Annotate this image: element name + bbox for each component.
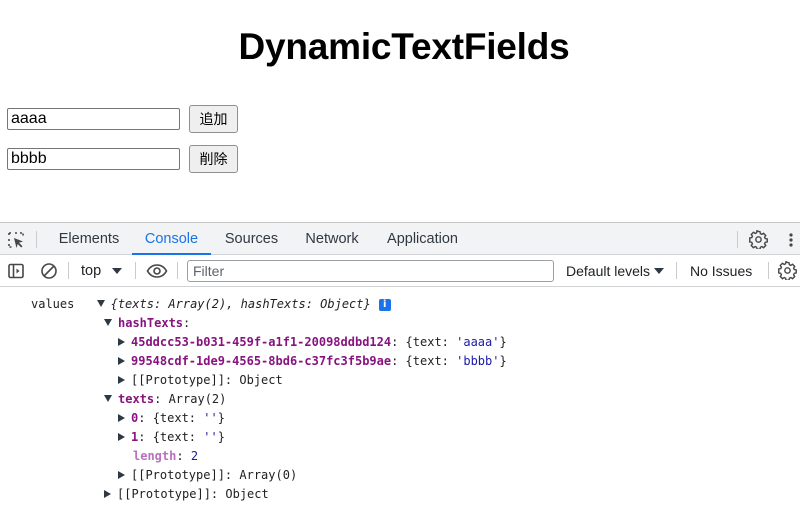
tab-network[interactable]: Network	[296, 223, 368, 255]
divider	[177, 262, 178, 279]
tree-node-array-item[interactable]: 0: {text: ''}	[118, 409, 225, 428]
collapse-triangle-icon[interactable]	[118, 375, 125, 384]
expand-triangle-icon[interactable]	[96, 300, 105, 307]
summary-hash-type: Object	[320, 297, 364, 311]
collapse-triangle-icon[interactable]	[118, 337, 125, 346]
collapse-triangle-icon[interactable]	[118, 470, 125, 479]
collapse-triangle-icon[interactable]	[118, 413, 125, 422]
more-options-icon[interactable]	[783, 232, 799, 248]
log-levels-select[interactable]: Default levels	[566, 260, 650, 282]
collapse-triangle-icon[interactable]	[118, 356, 125, 365]
inspect-element-icon[interactable]	[7, 231, 25, 249]
add-button[interactable]: 追加	[189, 105, 238, 133]
console-output: values {texts: Array(2), hashTexts: Obje…	[0, 288, 800, 507]
page-title: DynamicTextFields	[238, 26, 570, 67]
clear-console-icon[interactable]	[40, 262, 58, 280]
issues-button[interactable]: No Issues	[690, 260, 752, 282]
settings-gear-icon[interactable]	[749, 230, 768, 249]
log-label: values	[31, 297, 75, 311]
summary-hash-key: hashTexts	[240, 297, 306, 311]
tab-elements[interactable]: Elements	[50, 223, 128, 255]
live-expression-eye-icon[interactable]	[146, 262, 168, 280]
expand-triangle-icon[interactable]	[104, 319, 112, 326]
tab-application[interactable]: Application	[378, 223, 467, 255]
context-chevron-down-icon[interactable]	[112, 268, 122, 274]
collapse-triangle-icon[interactable]	[118, 432, 125, 441]
tree-node-hashtexts[interactable]: hashTexts:	[104, 314, 190, 333]
tree-node-prototype[interactable]: [[Prototype]]: Object	[118, 371, 283, 390]
levels-chevron-down-icon[interactable]	[654, 268, 664, 274]
filter-input[interactable]	[187, 260, 554, 282]
tree-node-array-item[interactable]: 1: {text: ''}	[118, 428, 225, 447]
expand-triangle-icon[interactable]	[104, 395, 112, 402]
tree-node-hash-entry[interactable]: 99548cdf-1de9-4565-8bd6-c37fc3f5b9ae: {t…	[118, 352, 507, 371]
console-toolbar: top Default levels No Issues	[0, 255, 800, 287]
tree-node-texts[interactable]: texts: Array(2)	[104, 390, 226, 409]
summary-texts-type: Array(2)	[168, 297, 227, 311]
console-settings-gear-icon[interactable]	[778, 261, 797, 280]
divider	[768, 262, 769, 279]
divider	[135, 262, 136, 279]
tree-node-prototype[interactable]: [[Prototype]]: Array(0)	[118, 466, 297, 485]
text-field-2[interactable]	[7, 148, 180, 170]
console-log-entry[interactable]: values {texts: Array(2), hashTexts: Obje…	[31, 295, 391, 314]
text-field-1[interactable]	[7, 108, 180, 130]
divider	[737, 231, 738, 248]
info-icon[interactable]: i	[378, 298, 391, 311]
tab-console[interactable]: Console	[132, 223, 211, 255]
collapse-triangle-icon[interactable]	[104, 489, 111, 498]
devtools-tab-bar: Elements Console Sources Network Applica…	[0, 222, 800, 255]
tree-node-prototype[interactable]: [[Prototype]]: Object	[104, 485, 269, 504]
sidebar-toggle-icon[interactable]	[7, 262, 25, 280]
tab-sources[interactable]: Sources	[215, 223, 288, 255]
divider	[676, 262, 677, 279]
delete-button[interactable]: 削除	[189, 145, 238, 173]
summary-texts-key: texts	[117, 297, 154, 311]
divider	[68, 262, 69, 279]
divider	[36, 231, 37, 248]
tree-node-hash-entry[interactable]: 45ddcc53-b031-459f-a1f1-20098ddbd124: {t…	[118, 333, 507, 352]
tree-node-length: length: 2	[133, 449, 199, 463]
devtools-panel: Elements Console Sources Network Applica…	[0, 222, 800, 507]
context-select[interactable]: top	[81, 260, 101, 282]
